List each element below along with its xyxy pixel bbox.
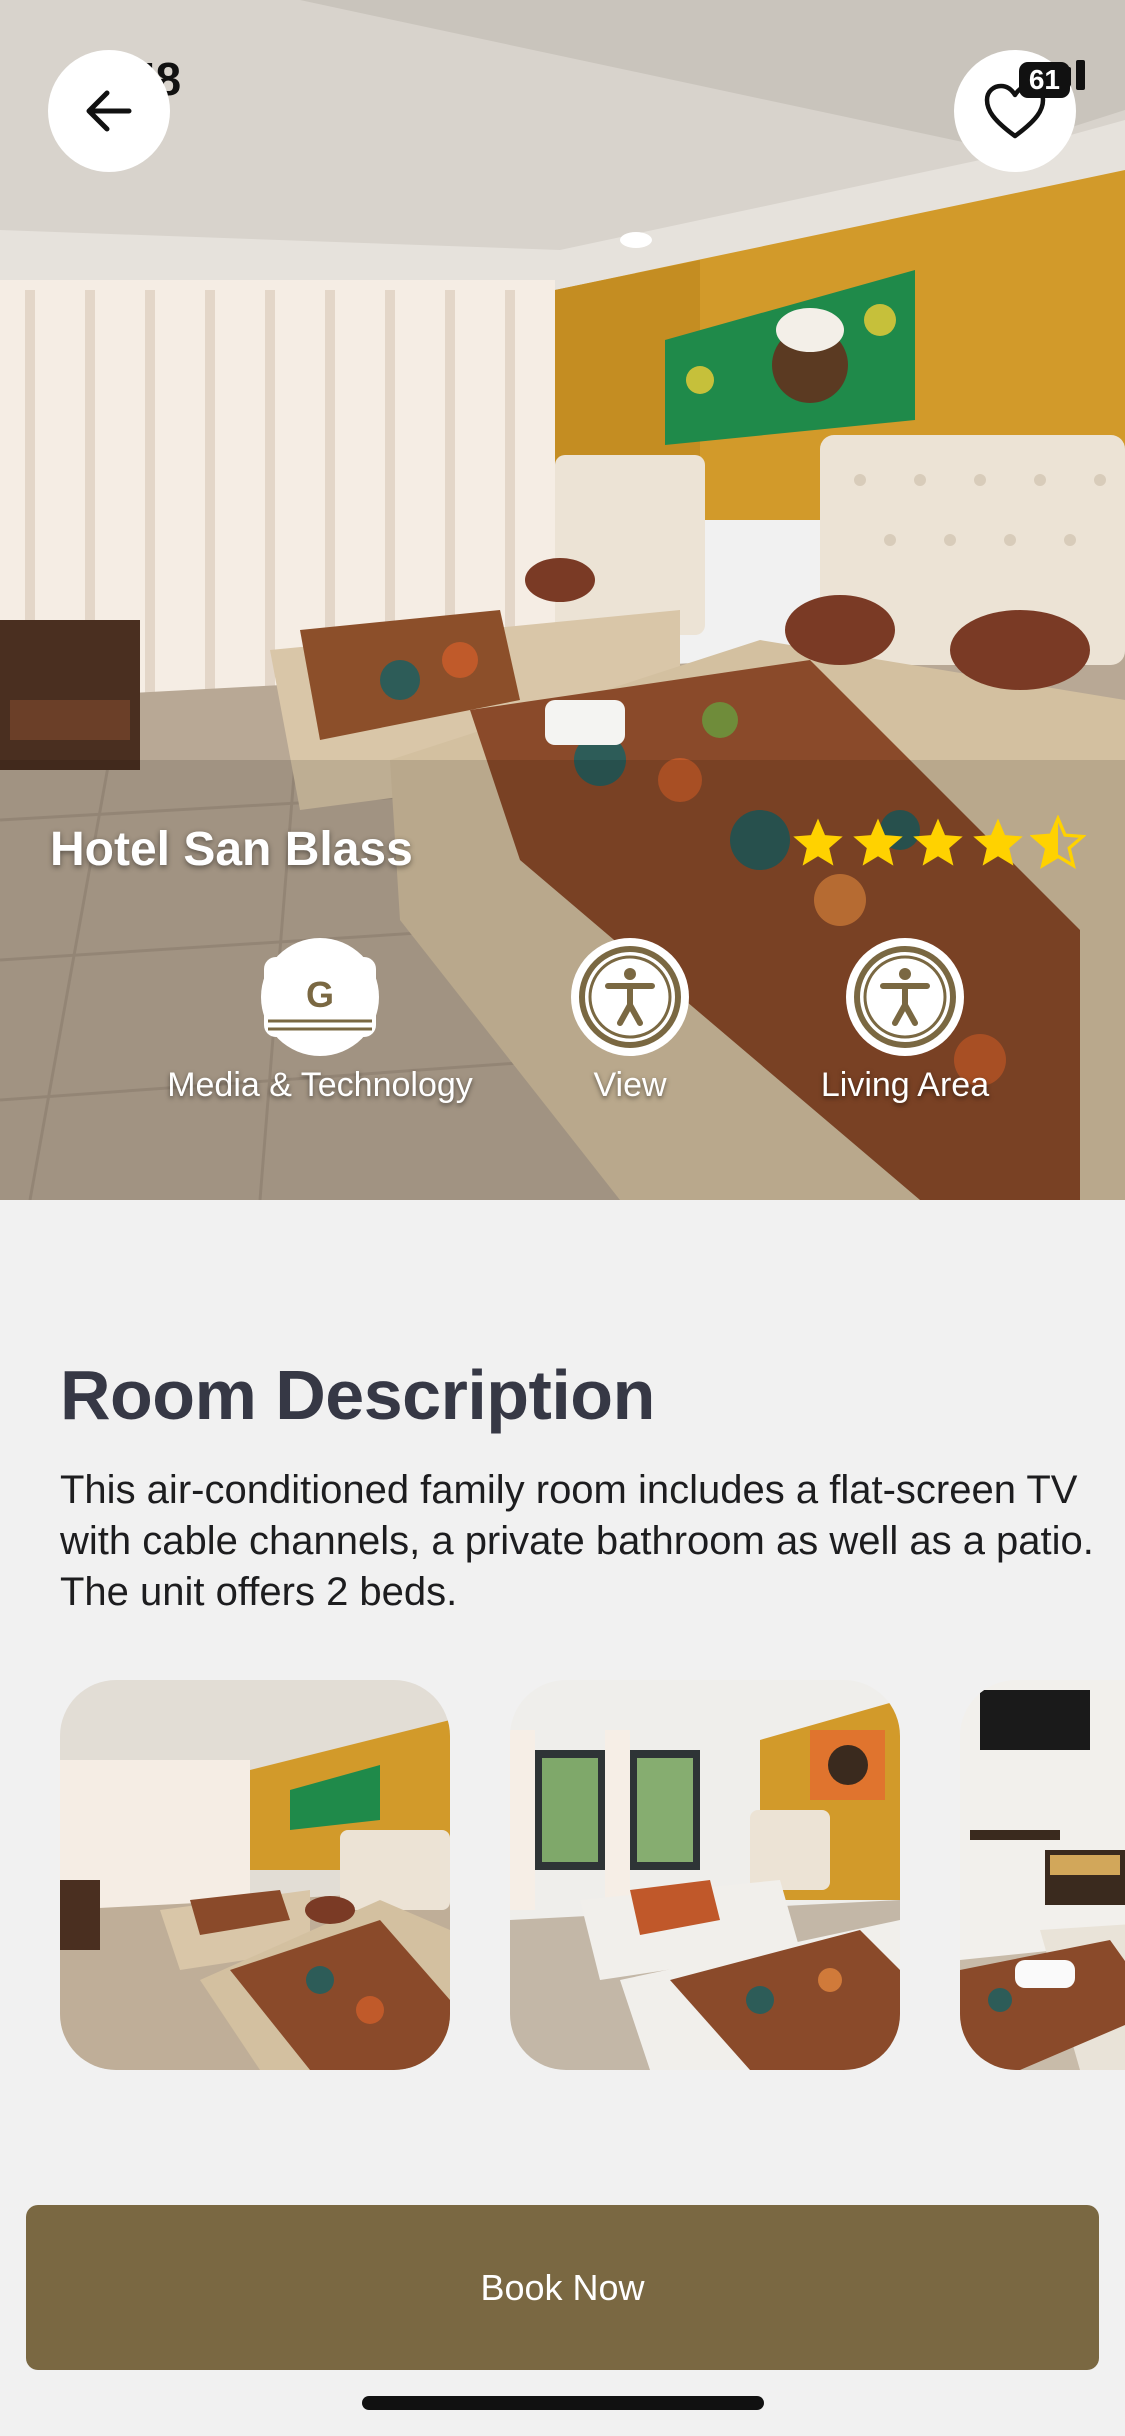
feature-label: Media & Technology [167, 1066, 473, 1104]
battery-indicator: 61 [1018, 62, 1070, 98]
feature-living-area[interactable]: Living Area [795, 938, 1015, 1105]
room-description-text: This air-conditioned family room include… [60, 1468, 1094, 1614]
star-full-icon [913, 818, 963, 866]
feature-label: Living Area [820, 1066, 990, 1104]
back-button[interactable] [48, 50, 170, 172]
feature-label: View [593, 1066, 667, 1104]
room-photo-image [960, 1680, 1125, 2070]
accessibility-icon [579, 946, 681, 1048]
accessibility-icon [854, 946, 956, 1048]
arrow-left-icon [86, 90, 132, 132]
star-full-icon [973, 818, 1023, 866]
feature-icon-container [571, 938, 689, 1056]
feature-icon-container: G [261, 938, 379, 1056]
home-indicator[interactable] [362, 2396, 764, 2410]
room-photo-3[interactable] [960, 1680, 1125, 2070]
star-rating [790, 815, 1086, 871]
photo-gallery[interactable] [0, 1680, 1125, 2070]
book-now-button[interactable]: Book Now [26, 2205, 1099, 2370]
google-g-icon: G [264, 957, 376, 1037]
feature-media-technology[interactable]: G Media & Technology [150, 938, 490, 1105]
room-photo-2[interactable] [510, 1680, 900, 2070]
svg-text:G: G [306, 974, 334, 1015]
room-photo-image [510, 1680, 900, 2070]
star-half-icon [1030, 815, 1086, 870]
hero-image: 15.48 61 Hotel San Blass [0, 0, 1125, 1200]
star-full-icon [853, 818, 903, 866]
star-full-icon [793, 818, 843, 866]
hotel-name: Hotel San Blass [50, 823, 413, 876]
room-description-title: Room Description [60, 1356, 655, 1434]
feature-view[interactable]: View [550, 938, 710, 1105]
room-photo-1[interactable] [60, 1680, 450, 2070]
room-photo-image [60, 1680, 450, 2070]
feature-icon-container [846, 938, 964, 1056]
